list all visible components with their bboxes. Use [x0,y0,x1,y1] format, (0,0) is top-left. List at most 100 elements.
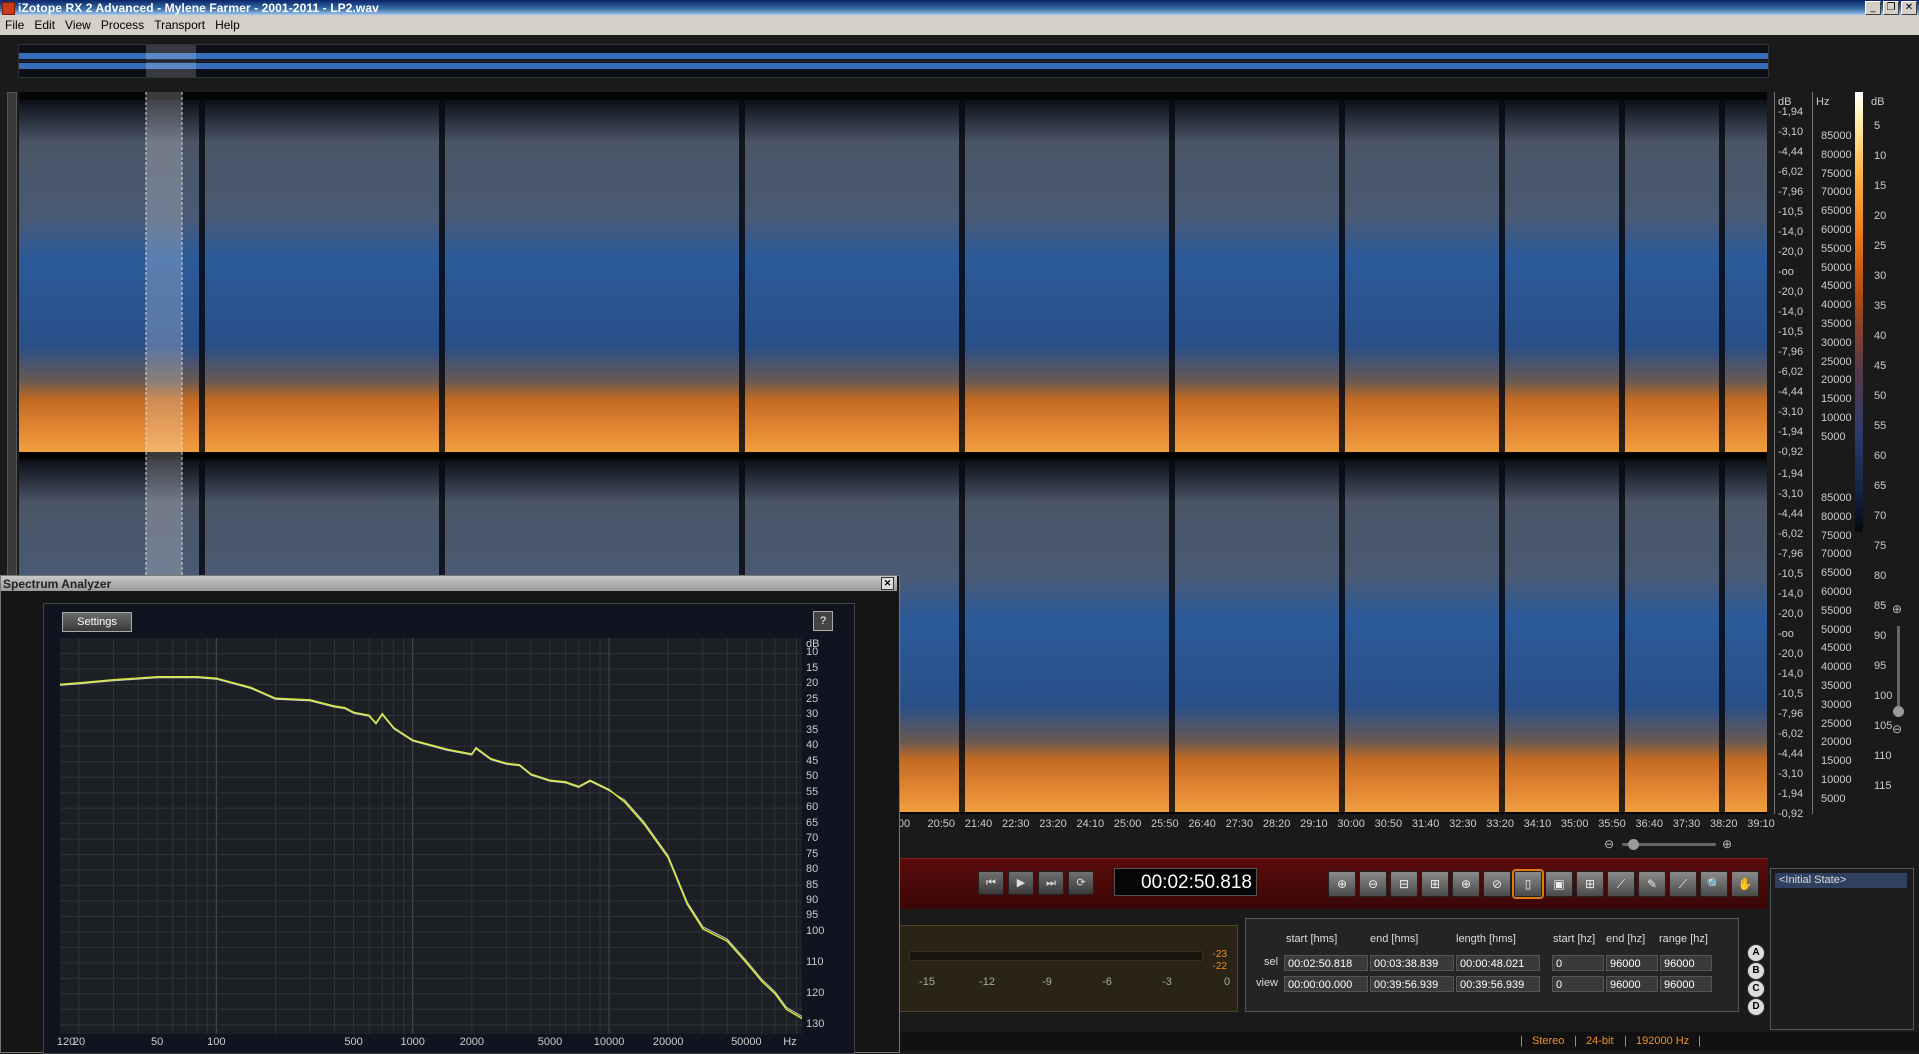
status-rate: 192000 Hz [1636,1035,1690,1047]
menu-process[interactable]: Process [96,18,149,32]
spectrum-point [530,773,532,775]
snapshot-d-button[interactable]: D [1747,998,1765,1016]
menu-help[interactable]: Help [210,18,245,32]
zoom-freq-icon[interactable]: ⊘ [1483,871,1511,897]
hz-tick: 20000 [1821,736,1852,749]
lasso-icon[interactable]: ⟋ [1607,871,1635,897]
brush-icon[interactable]: ✎ [1638,871,1666,897]
spectrum-freq-tick: 100 [207,1036,226,1048]
colorbar-tick: 110 [1874,750,1892,762]
snapshot-b-button[interactable]: B [1747,962,1765,980]
sel-end-hz-field[interactable]: 96000 [1606,955,1658,971]
zoom-in-icon[interactable]: ⊕ [1722,837,1732,851]
title-bar: iZotope RX 2 Advanced - Mylene Farmer - … [0,0,1919,15]
zoom-out-icon[interactable]: ⊖ [1359,871,1387,897]
menu-file[interactable]: File [0,18,29,32]
view-start-hz-field[interactable]: 0 [1552,976,1604,992]
snapshot-a-button[interactable]: A [1747,944,1765,962]
view-end-field[interactable]: 00:39:56.939 [1370,976,1454,992]
status-bar: | Stereo | 24-bit | 192000 Hz | [898,1032,1919,1051]
db-tick: -7,96 [1778,346,1804,358]
spectrum-point [701,928,704,930]
colorbar-tick: 70 [1874,510,1887,522]
colorbar-tick: 50 [1874,390,1887,402]
zoom-time-icon[interactable]: ⊕ [1452,871,1480,897]
vertical-zoom-slider[interactable]: ⊕ ⊖ [1890,598,1908,858]
zoom-in-icon[interactable]: ⊕ [1892,602,1902,616]
spectrum-db-tick: 25 [806,692,819,705]
menu-transport[interactable]: Transport [149,18,210,32]
view-length-field[interactable]: 00:39:56.939 [1456,976,1540,992]
zoom-out-icon[interactable]: ⊖ [1604,837,1614,851]
horizontal-zoom-knob[interactable] [1628,839,1639,850]
vertical-zoom-track[interactable] [1897,626,1900,706]
overview-waveform[interactable] [18,44,1769,78]
status-separator: | [1698,1035,1701,1047]
spectrum-db-tick: 120 [806,986,825,999]
rect-select-icon[interactable]: ▣ [1545,871,1573,897]
time-axis: 00 20:50 21:40 22:30 23:20 24:10 25:00 25:50 26:… [898,815,1775,833]
hz-tick: 25000 [1821,355,1852,368]
play-button[interactable]: ▶ [1008,871,1034,895]
db-tick: -20,0 [1778,286,1804,298]
magnify-icon[interactable]: 🔍 [1700,871,1728,897]
colorbar-tick: 90 [1874,630,1887,642]
freq-select-icon[interactable]: ⊞ [1576,871,1604,897]
rewind-button[interactable]: ⏮ [978,871,1004,895]
db-tick: -20,0 [1778,608,1804,620]
loop-button[interactable]: ⟳ [1068,871,1094,895]
zoom-out-icon[interactable]: ⊖ [1892,722,1902,736]
time-tick: 31:40 [1411,818,1440,830]
db-tick: -3,10 [1778,768,1804,780]
close-icon[interactable]: ✕ [881,577,894,590]
help-button[interactable]: ? [813,611,833,631]
hz-tick: 70000 [1821,548,1852,561]
sel-length-field[interactable]: 00:00:48.021 [1456,955,1540,971]
spectrum-point [745,962,748,964]
wand-icon[interactable]: ⟋ [1669,871,1697,897]
sel-end-field[interactable]: 00:03:38.839 [1370,955,1454,971]
time-tick: 29:10 [1300,818,1328,830]
spectrum-db-tick: 15 [806,661,819,674]
menu-view[interactable]: View [60,18,96,32]
zoom-sel-icon[interactable]: ⊟ [1390,871,1418,897]
spectrum-freq-tick: 5000 [537,1036,563,1048]
hz-tick: 65000 [1821,205,1852,218]
zoom-in-icon[interactable]: ⊕ [1328,871,1356,897]
hz-tick: 30000 [1821,336,1852,349]
restore-button[interactable]: ❐ [1883,1,1899,15]
view-end-hz-field[interactable]: 96000 [1606,976,1658,992]
sel-range-hz-field[interactable]: 96000 [1660,955,1712,971]
hz-tick: 55000 [1821,604,1852,617]
history-item[interactable]: <Initial State> [1775,873,1907,888]
minimize-button[interactable]: _ [1865,1,1881,15]
spectrum-plot[interactable] [60,638,802,1034]
time-select-icon[interactable]: ▯ [1512,869,1544,899]
spectrum-db-tick: 65 [806,816,819,829]
hz-tick: 85000 [1821,492,1852,504]
colorbar-tick: 35 [1874,300,1887,312]
sel-start-hz-field[interactable]: 0 [1552,955,1604,971]
horizontal-zoom-slider[interactable]: ⊖ ⊕ [1604,837,1734,851]
meter-tick: -15 [919,976,935,988]
hz-tick: 50000 [1821,623,1852,636]
view-range-hz-field[interactable]: 96000 [1660,976,1712,992]
spectrum-db-tick: 95 [806,909,819,922]
sel-start-field[interactable]: 00:02:50.818 [1284,955,1368,971]
view-start-field[interactable]: 00:00:00.000 [1284,976,1368,992]
colorbar-tick: 25 [1874,240,1887,252]
snapshot-c-button[interactable]: C [1747,980,1765,998]
vertical-zoom-knob[interactable] [1893,706,1904,717]
amplitude-scale: dB -1,94 -3,10 -4,44 -6,02 -7,96 -10,5 -14,0 -2… [1774,92,1809,820]
close-button[interactable]: ✕ [1901,1,1917,15]
spectrum-db-tick: 70 [806,832,819,845]
spectrum-analyzer-titlebar[interactable]: Spectrum Analyzer ✕ [1,576,897,591]
hz-tick: 60000 [1821,224,1852,236]
zoom-fit-icon[interactable]: ⊞ [1421,871,1449,897]
play-selection-button[interactable]: ⏭ [1038,871,1064,895]
db-tick: -3,10 [1778,406,1804,418]
settings-button[interactable]: Settings [62,612,132,632]
spectrum-freq-tick: 2000 [459,1036,485,1048]
menu-edit[interactable]: Edit [29,18,60,32]
hand-icon[interactable]: ✋ [1731,871,1759,897]
